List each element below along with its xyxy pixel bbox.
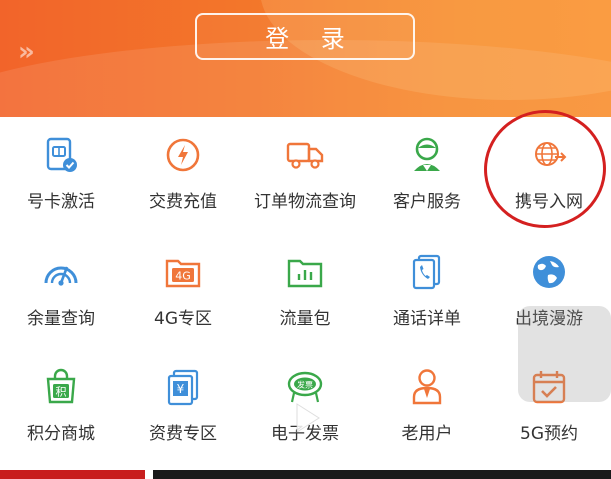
- service-item-order-logistics[interactable]: 订单物流查询: [244, 117, 366, 227]
- login-button-label: 登 录: [265, 25, 357, 53]
- svg-text:¥: ¥: [177, 382, 185, 396]
- play-icon[interactable]: [285, 398, 325, 438]
- bottom-strip-red-segment: [0, 470, 145, 479]
- login-button[interactable]: 登 录: [195, 13, 415, 60]
- service-label: 流量包: [279, 309, 331, 329]
- service-label: 交费充值: [149, 192, 217, 212]
- floating-side-overlay[interactable]: [518, 306, 611, 402]
- gauge-icon: [41, 252, 81, 292]
- header-banner: » 登 录: [0, 0, 611, 117]
- svg-text:发票: 发票: [297, 380, 313, 390]
- service-label: 号卡激活: [27, 192, 95, 212]
- data-package-icon: [285, 252, 325, 292]
- service-item-4g-zone[interactable]: 4G 4G专区: [122, 234, 244, 344]
- 4g-folder-icon: 4G: [163, 252, 203, 292]
- recharge-lightning-icon: [163, 135, 203, 175]
- call-detail-icon: [407, 252, 447, 292]
- service-label: 5G预约: [520, 424, 578, 444]
- delivery-truck-icon: [285, 135, 325, 175]
- bottom-strip-gap: [145, 470, 153, 479]
- service-label: 客户服务: [393, 192, 461, 212]
- svg-text:积: 积: [56, 386, 67, 399]
- service-label: 老用户: [401, 424, 453, 444]
- service-label: 积分商城: [27, 424, 95, 444]
- service-item-tariff-zone[interactable]: ¥ 资费专区: [122, 349, 244, 459]
- customer-service-icon: [407, 135, 447, 175]
- sim-card-icon: [41, 135, 81, 175]
- service-item-data-package[interactable]: 流量包: [244, 234, 366, 344]
- service-label: 订单物流查询: [254, 192, 356, 212]
- service-item-old-user[interactable]: 老用户: [366, 349, 488, 459]
- tariff-yuan-icon: ¥: [163, 367, 203, 407]
- service-item-call-details[interactable]: 通话详单: [366, 234, 488, 344]
- globe-roaming-icon: [529, 252, 569, 292]
- double-chevron-right-icon[interactable]: »: [18, 38, 46, 66]
- service-item-balance-query[interactable]: 余量查询: [0, 234, 122, 344]
- service-item-recharge[interactable]: 交费充值: [122, 117, 244, 227]
- svg-text:4G: 4G: [175, 270, 191, 283]
- service-label: 通话详单: [393, 309, 461, 329]
- old-user-icon: [407, 367, 447, 407]
- points-bag-icon: 积: [41, 367, 81, 407]
- service-label: 资费专区: [149, 424, 217, 444]
- service-label: 4G专区: [154, 309, 212, 329]
- service-item-customer-service[interactable]: 客户服务: [366, 117, 488, 227]
- bottom-strip: [0, 470, 611, 479]
- service-item-sim-activation[interactable]: 号卡激活: [0, 117, 122, 227]
- service-item-points-mall[interactable]: 积 积分商城: [0, 349, 122, 459]
- service-label: 余量查询: [27, 309, 95, 329]
